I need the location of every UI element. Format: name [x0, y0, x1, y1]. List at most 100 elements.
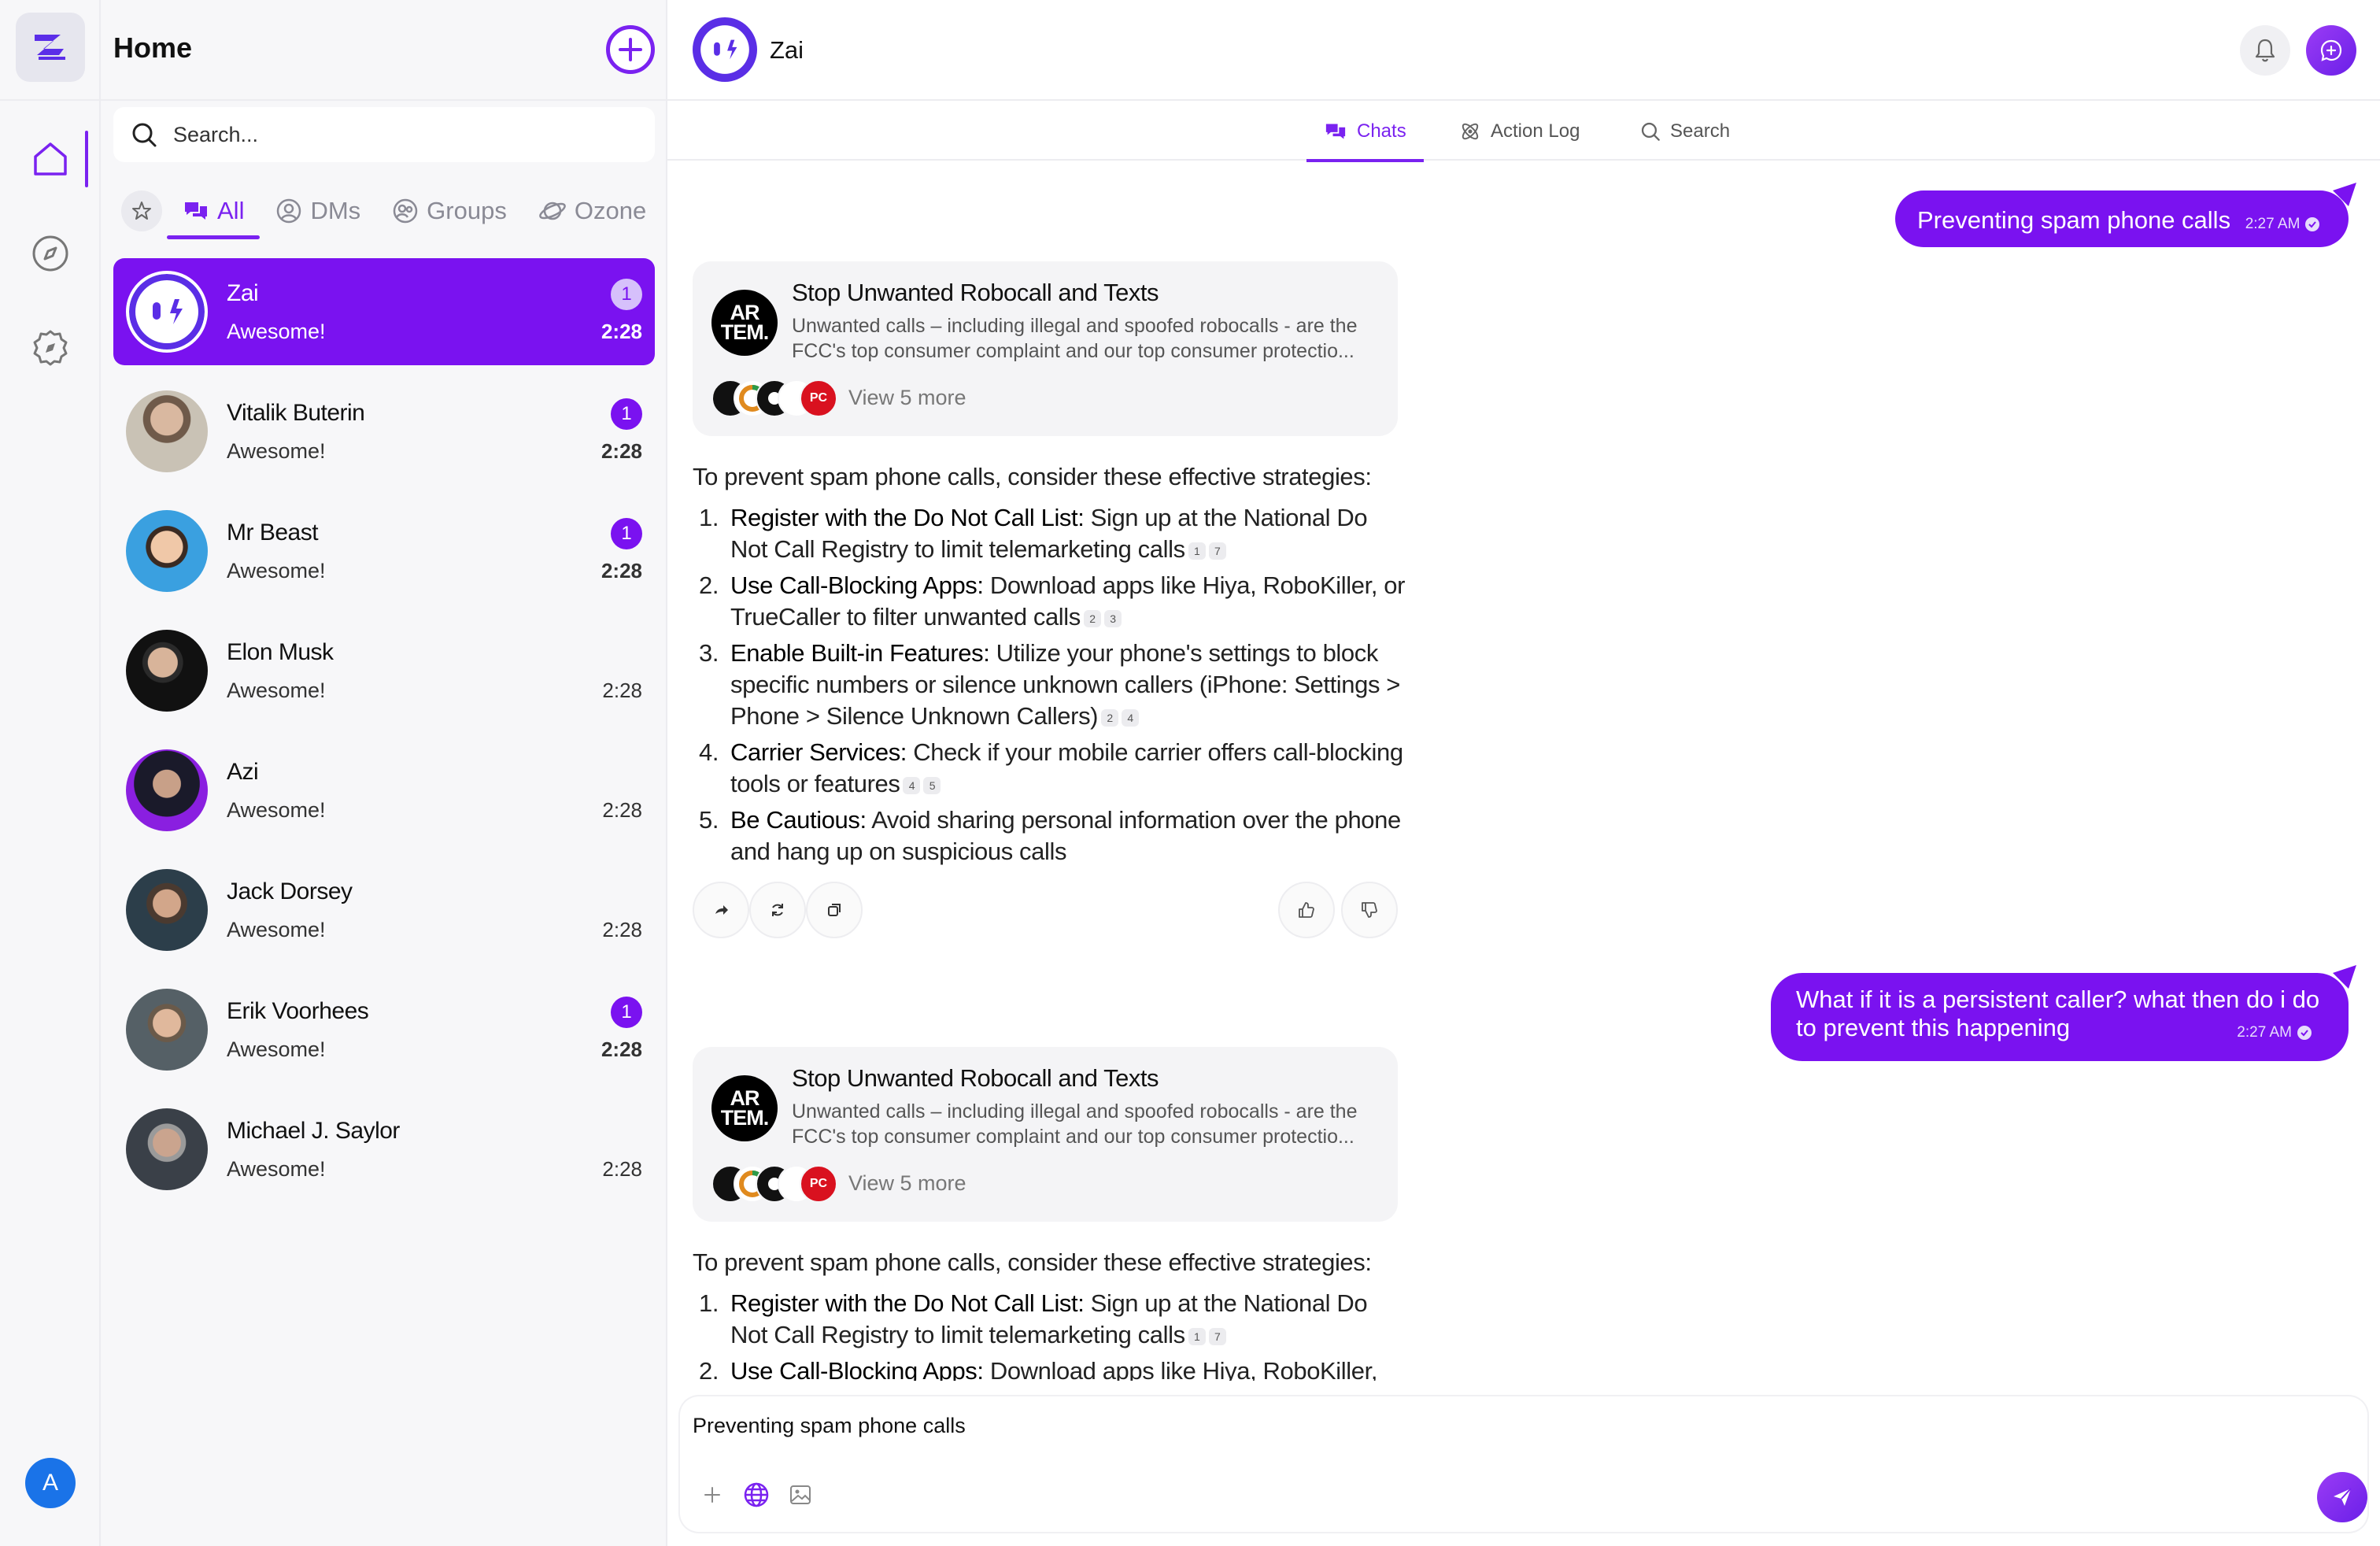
app-logo[interactable]	[16, 13, 85, 82]
item-number: 4.	[699, 738, 719, 766]
source-card[interactable]: AR TEM. Stop Unwanted Robocall and Texts…	[693, 1047, 1398, 1222]
message-meta: 2:27 AM	[2245, 216, 2321, 233]
thumbs-down-button[interactable]	[1341, 882, 1398, 938]
favorites-filter-button[interactable]	[121, 190, 162, 231]
citation-badge[interactable]: 7	[1208, 542, 1226, 560]
conversation-pane: Zai Chats Action Log Search Preventing s…	[667, 0, 2380, 1546]
chat-item-zai[interactable]: Zai Awesome! 1 2:28	[113, 258, 655, 365]
answer-intro: To prevent spam phone calls, consider th…	[693, 463, 1372, 490]
user-message[interactable]: What if it is a persistent caller? what …	[1771, 965, 2356, 1061]
filter-tab-all[interactable]: All	[166, 183, 261, 239]
chat-item-mr-beast[interactable]: Mr Beast Awesome! 1 2:28	[113, 497, 655, 605]
view-more-sources-link[interactable]: View 5 more	[848, 386, 966, 410]
answer-item: 1. Register with the Do Not Call List: Si…	[693, 1288, 1409, 1351]
chat-bubbles-icon	[1324, 121, 1357, 142]
answer-item: 2. Use Call-Blocking Apps: Download apps …	[693, 570, 1409, 633]
chat-item-michael-j-saylor[interactable]: Michael J. Saylor Awesome! 2:28	[113, 1096, 655, 1203]
message-composer[interactable]: Preventing spam phone calls	[680, 1396, 2367, 1532]
chat-item-jack-dorsey[interactable]: Jack Dorsey Awesome! 2:28	[113, 856, 655, 963]
panel-title: Home	[113, 31, 193, 64]
regenerate-button[interactable]	[749, 882, 806, 938]
avatar	[126, 390, 208, 472]
refresh-icon	[769, 901, 786, 919]
share-button[interactable]	[693, 882, 749, 938]
avatar	[126, 510, 208, 592]
web-search-toggle[interactable]	[737, 1475, 776, 1515]
avatar	[126, 1108, 208, 1190]
chat-search-input[interactable]: Search...	[113, 107, 655, 162]
image-upload-button[interactable]	[781, 1475, 820, 1515]
chat-item-elon-musk[interactable]: Elon Musk Awesome! 2:28	[113, 617, 655, 724]
new-chat-button[interactable]	[606, 25, 655, 74]
send-icon	[2330, 1485, 2354, 1509]
composer-input[interactable]: Preventing spam phone calls	[693, 1414, 966, 1438]
chat-preview: Awesome!	[227, 918, 326, 941]
home-nav-button[interactable]	[27, 135, 74, 183]
avatar	[126, 989, 208, 1071]
answer-item: 5. Be Cautious: Avoid sharing personal in…	[693, 804, 1409, 867]
bot-avatar[interactable]	[693, 17, 757, 82]
tab-action-log[interactable]: Action Log	[1459, 102, 1580, 161]
item-number: 5.	[699, 806, 719, 834]
filter-tab-groups[interactable]: Groups	[392, 183, 507, 239]
citation-badge[interactable]: 2	[1101, 708, 1119, 727]
filter-tab-dms[interactable]: DMs	[275, 183, 360, 239]
read-check-icon	[2305, 217, 2320, 231]
view-more-sources-link[interactable]: View 5 more	[848, 1171, 966, 1196]
app-rail: A	[0, 0, 101, 1546]
filter-tab-label: Ozone	[574, 197, 647, 224]
avatar	[126, 749, 208, 831]
user-avatar[interactable]: A	[25, 1458, 76, 1508]
composer-tools	[693, 1475, 825, 1515]
answer-item: 2. Use Call-Blocking Apps: Download apps …	[693, 1356, 1409, 1381]
search-placeholder: Search...	[173, 122, 259, 146]
item-number: 1.	[699, 504, 719, 531]
attach-button[interactable]	[693, 1475, 732, 1515]
conversation-title: Zai	[770, 36, 804, 64]
chat-name: Erik Voorhees	[227, 998, 369, 1024]
thumbs-up-button[interactable]	[1278, 882, 1335, 938]
chat-preview: Awesome!	[227, 559, 326, 583]
copy-button[interactable]	[806, 882, 863, 938]
citation-badge[interactable]: 1	[1188, 1327, 1206, 1345]
star-icon	[131, 200, 153, 222]
new-message-button[interactable]	[2306, 25, 2356, 76]
source-card[interactable]: AR TEM. Stop Unwanted Robocall and Texts…	[693, 261, 1398, 436]
message-time: 2:27 AM	[2237, 1024, 2292, 1041]
user-message[interactable]: Preventing spam phone calls 2:27 AM	[1895, 183, 2356, 247]
answer-list: 1. Register with the Do Not Call List: Si…	[693, 502, 1409, 867]
bell-icon	[2253, 38, 2277, 63]
citation-badge[interactable]: 7	[1208, 1327, 1226, 1345]
chat-name: Mr Beast	[227, 520, 319, 546]
explore-nav-button[interactable]	[27, 324, 74, 372]
discover-nav-button[interactable]	[27, 230, 74, 277]
chat-item-erik-voorhees[interactable]: Erik Voorhees Awesome! 1 2:28	[113, 976, 655, 1083]
pcmag-icon: PC	[800, 379, 837, 417]
chat-preview: Awesome!	[227, 439, 326, 463]
panel-divider	[101, 99, 667, 101]
tab-search[interactable]: Search	[1640, 102, 1730, 161]
filter-tab-ozone[interactable]: Ozone	[538, 183, 646, 239]
chat-list-panel: Home Search... All DMs Groups Ozone Zai …	[101, 0, 667, 1546]
citation-badge[interactable]: 3	[1103, 609, 1122, 627]
plus-icon	[702, 1485, 722, 1505]
tab-label: Search	[1670, 120, 1731, 142]
tab-label: Action Log	[1491, 120, 1580, 142]
chat-time: 2:28	[601, 439, 642, 463]
citation-badge[interactable]: 5	[923, 776, 941, 794]
chat-item-vitalik-buterin[interactable]: Vitalik Buterin Awesome! 1 2:28	[113, 378, 655, 485]
citation-badge[interactable]: 4	[903, 776, 921, 794]
chat-time: 2:28	[602, 1157, 642, 1181]
send-button[interactable]	[2317, 1472, 2367, 1522]
chat-item-azi[interactable]: Azi Awesome! 2:28	[113, 737, 655, 844]
rail-divider	[0, 99, 101, 101]
citation-badge[interactable]: 1	[1188, 542, 1206, 560]
tab-chats[interactable]: Chats	[1306, 102, 1424, 162]
chat-time: 2:28	[602, 918, 642, 941]
notifications-button[interactable]	[2240, 25, 2290, 76]
citation-badge[interactable]: 2	[1083, 609, 1101, 627]
citation-badge[interactable]: 4	[1122, 708, 1140, 727]
user-message-text: Preventing spam phone calls	[1917, 206, 2231, 234]
search-icon	[1640, 121, 1670, 142]
chat-time: 2:28	[601, 320, 642, 343]
